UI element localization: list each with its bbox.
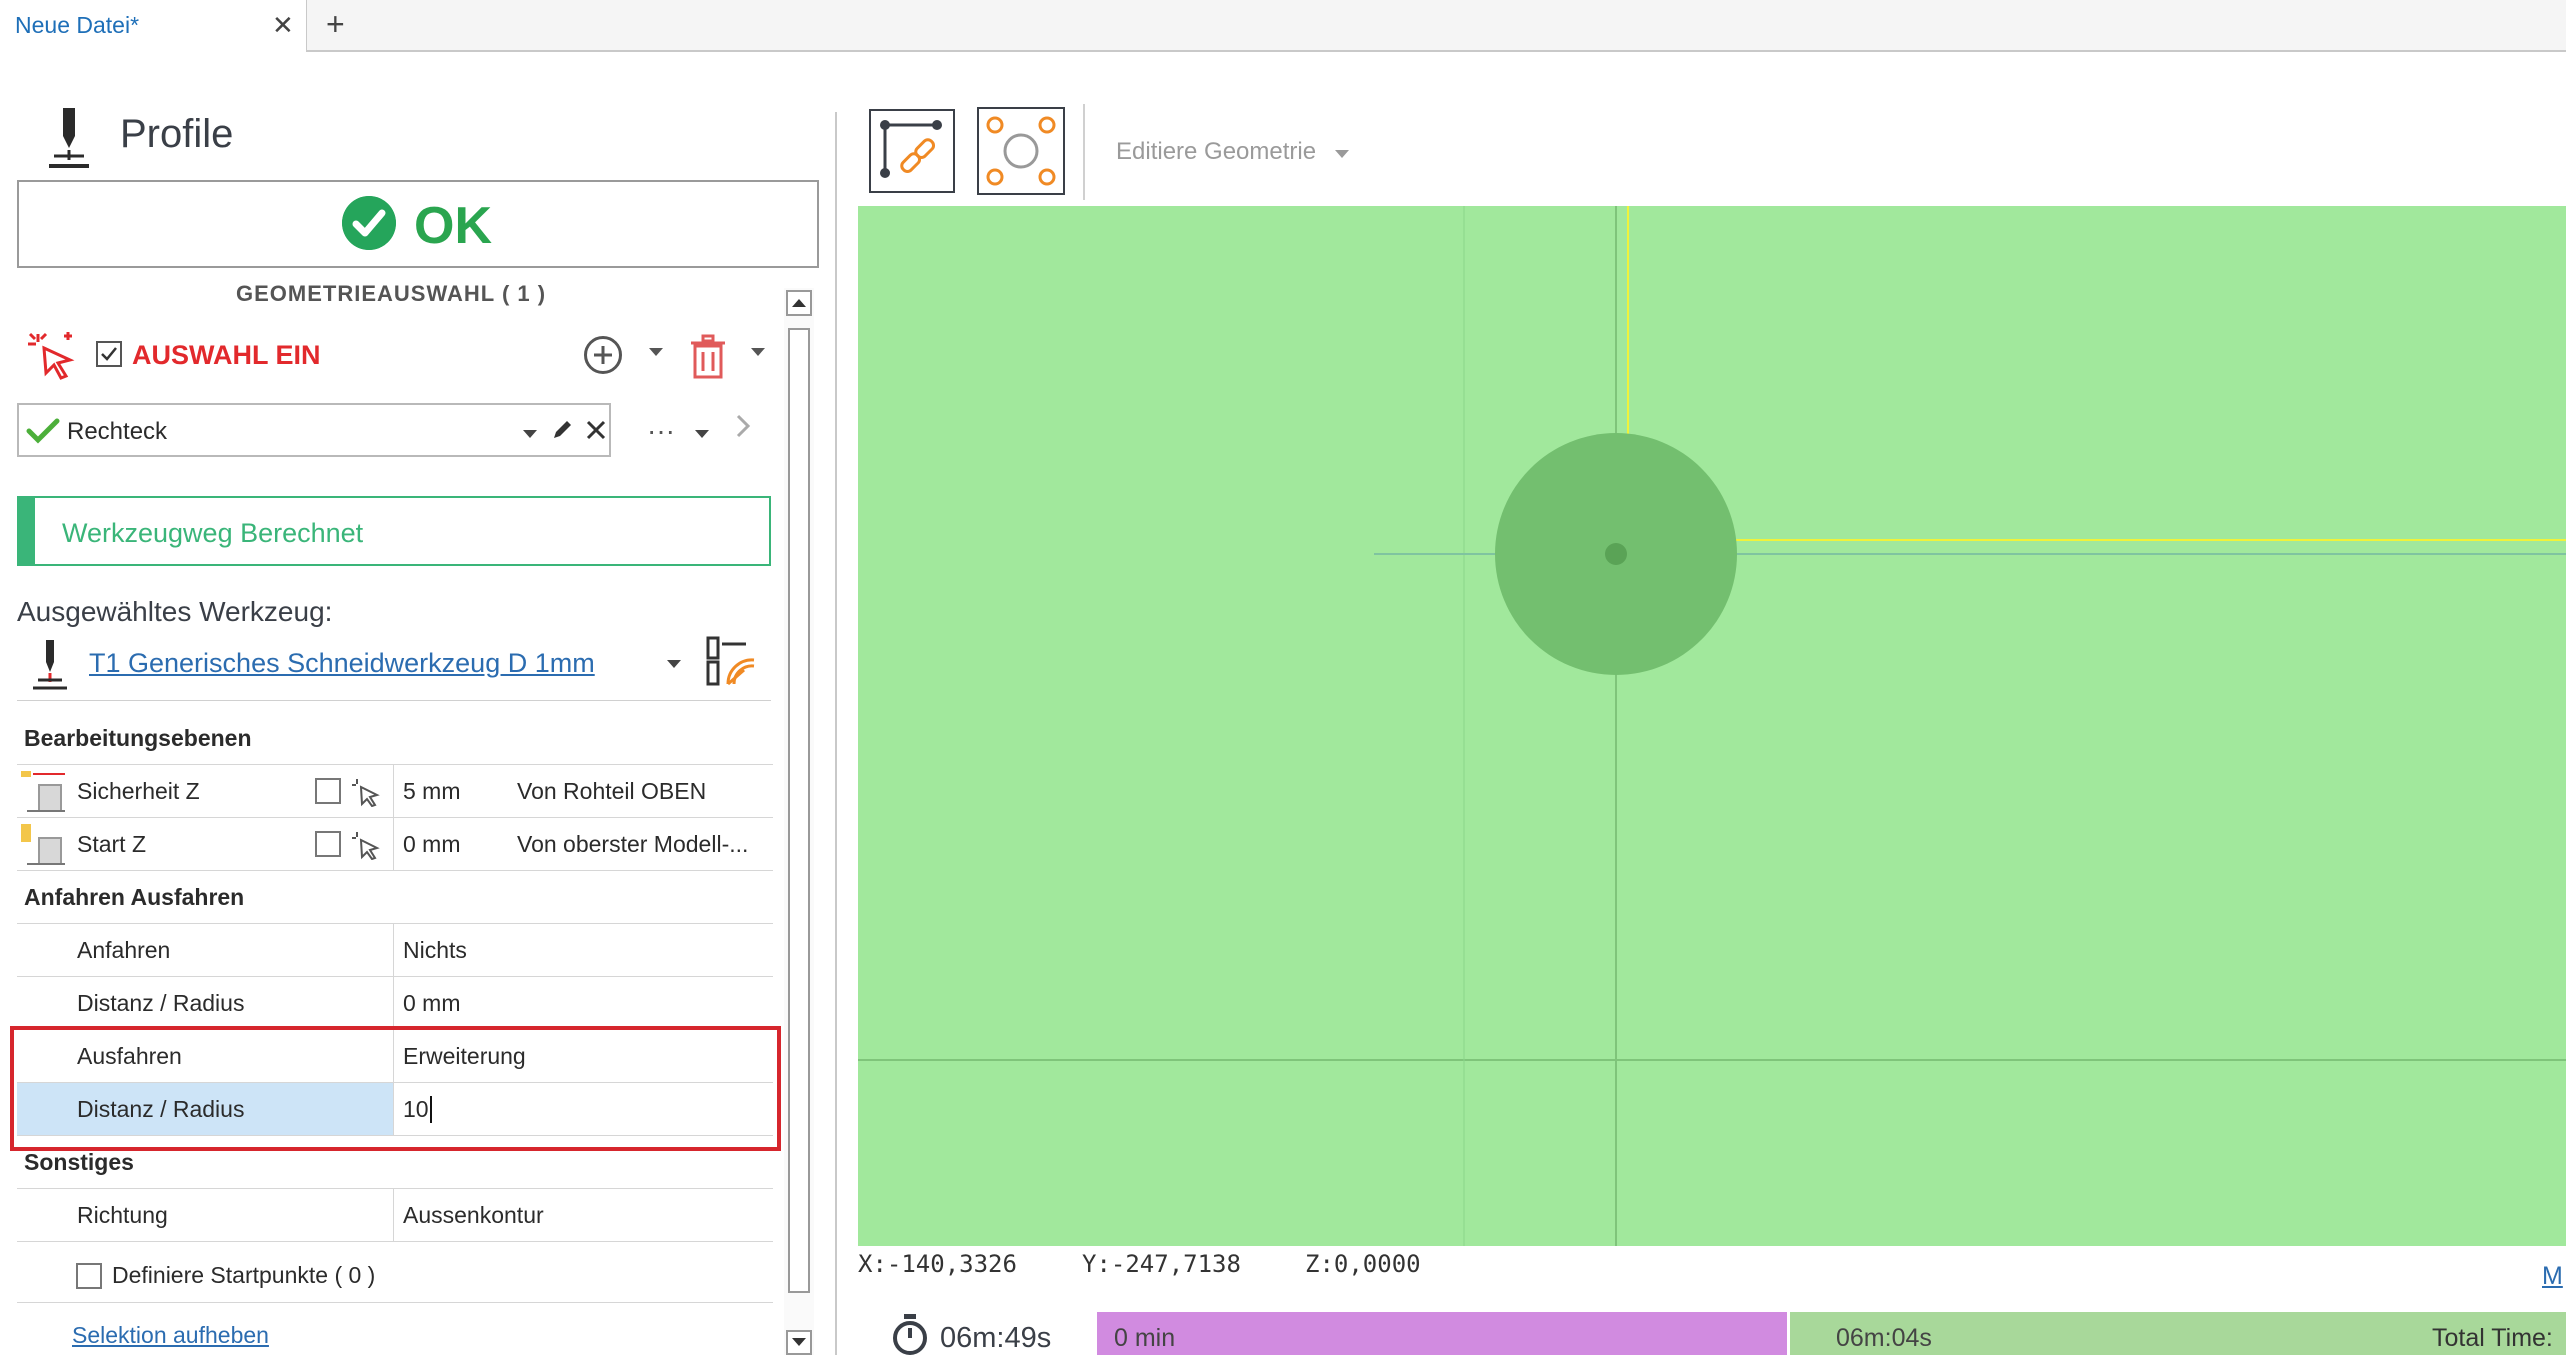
- column-divider: [393, 818, 394, 871]
- scroll-down-button[interactable]: [786, 1330, 812, 1355]
- profile-tool-icon: [49, 108, 89, 168]
- row-approach[interactable]: Anfahren Nichts: [17, 924, 773, 977]
- coordinate-y: Y:-247,7138: [1082, 1250, 1241, 1278]
- start-z-checkbox[interactable]: [315, 831, 341, 857]
- close-icon[interactable]: [585, 414, 607, 444]
- approach-distance-value[interactable]: 0 mm: [403, 990, 461, 1017]
- column-divider: [393, 977, 394, 1030]
- rectangle-geometry[interactable]: [1627, 206, 2566, 541]
- safety-z-reference[interactable]: Von Rohteil OBEN: [517, 778, 706, 805]
- stopwatch-icon: [893, 1314, 927, 1355]
- plus-icon: [594, 346, 612, 364]
- column-divider: [393, 765, 394, 818]
- add-tab-button[interactable]: +: [326, 6, 345, 43]
- viewport-corner-link[interactable]: M: [2542, 1262, 2563, 1291]
- selected-tool-heading-text: Ausgewähltes Werkzeug: [17, 596, 325, 627]
- tool-center-point: [1605, 543, 1627, 565]
- define-start-points-checkbox[interactable]: [76, 1263, 102, 1289]
- start-z-reference[interactable]: Von oberster Modell-...: [517, 831, 748, 858]
- timeline-segment-rapid-label: 0 min: [1114, 1324, 1176, 1352]
- chain-link-icon: [880, 120, 942, 178]
- check-circle-icon: [342, 196, 396, 250]
- valid-check-icon: [26, 418, 60, 444]
- row-safety-z[interactable]: Sicherheit Z 5 mm Von Rohteil OBEN: [17, 765, 773, 818]
- pencil-icon[interactable]: [550, 418, 574, 442]
- panel-title: Profile: [120, 112, 234, 156]
- more-options-dropdown-icon[interactable]: [694, 428, 710, 440]
- start-level-icon: [21, 824, 65, 865]
- timeline-segment-rapid[interactable]: [1097, 1312, 1787, 1355]
- timeline-segment-cut-label: 06m:04s: [1836, 1324, 1932, 1352]
- chevron-right-icon[interactable]: [734, 410, 754, 442]
- safety-z-value[interactable]: 5 mm: [403, 778, 461, 805]
- clear-selection-link[interactable]: Selektion aufheben: [72, 1322, 269, 1349]
- direction-value[interactable]: Aussenkontur: [403, 1202, 544, 1229]
- section-approach-retract: Anfahren Ausfahren: [17, 871, 773, 924]
- arrow-up-icon: [792, 299, 806, 307]
- tab-bar: [0, 0, 2566, 52]
- row-approach-distance[interactable]: Distanz / Radius 0 mm: [17, 977, 773, 1030]
- coordinate-z: Z:0,0000: [1305, 1250, 1421, 1278]
- define-start-points-label[interactable]: Definiere Startpunkte ( 0 ): [112, 1262, 375, 1289]
- trash-icon[interactable]: [688, 334, 728, 380]
- divider: [17, 700, 771, 701]
- approach-name: Anfahren: [77, 937, 171, 963]
- select-geometry-icon[interactable]: [26, 330, 76, 380]
- edit-geometry-chevron-icon[interactable]: [1334, 148, 1350, 160]
- pick-from-model-icon[interactable]: [351, 830, 381, 860]
- selection-toggle-label[interactable]: AUSWAHL EIN: [132, 340, 321, 371]
- tool-settings-icon[interactable]: [704, 634, 760, 690]
- row-direction[interactable]: Richtung Aussenkontur: [17, 1189, 773, 1242]
- row-start-z[interactable]: Start Z 0 mm Von oberster Modell-...: [17, 818, 773, 871]
- arrow-down-icon: [792, 1338, 806, 1346]
- viewport-scene[interactable]: [858, 206, 2566, 1246]
- section-planes: Bearbeitungsebenen: [17, 712, 773, 765]
- scrollbar-thumb[interactable]: [788, 328, 810, 1293]
- divider: [17, 1302, 773, 1303]
- chevron-down-icon[interactable]: [522, 428, 538, 440]
- scroll-up-button[interactable]: [786, 290, 812, 316]
- row-start-z-name: Start Z: [77, 831, 147, 857]
- approach-distance-name: Distanz / Radius: [77, 990, 245, 1016]
- column-divider: [393, 924, 394, 977]
- direction-name: Richtung: [77, 1202, 168, 1228]
- selection-toggle-checkbox[interactable]: [96, 341, 122, 367]
- tab-title[interactable]: Neue Datei*: [15, 12, 139, 39]
- pick-from-model-icon[interactable]: [351, 777, 381, 807]
- cutting-tool-icon: [33, 640, 67, 690]
- tab-close-icon[interactable]: ✕: [272, 10, 294, 41]
- geometry-selection-heading: GEOMETRIEAUSWAHL ( 1 ): [236, 281, 547, 306]
- total-time-label: Total Time:: [2432, 1324, 2553, 1352]
- selected-tool-heading: Ausgewähltes Werkzeug:: [17, 596, 332, 628]
- start-z-value[interactable]: 0 mm: [403, 831, 461, 858]
- annotation-highlight-frame: [10, 1026, 781, 1151]
- selected-tool-heading-colon: :: [324, 596, 333, 627]
- add-geometry-button[interactable]: [584, 336, 622, 374]
- checkmark-icon: [101, 347, 117, 361]
- point-selection-button[interactable]: [977, 107, 1065, 195]
- elapsed-time: 06m:49s: [940, 1322, 1052, 1354]
- tool-name-link[interactable]: T1 Generisches Schneidwerkzeug D 1mm: [89, 648, 595, 679]
- panel-splitter[interactable]: [835, 112, 837, 1355]
- chain-selection-button[interactable]: [869, 109, 955, 193]
- column-divider: [393, 1189, 394, 1242]
- geometry-name[interactable]: Rechteck: [67, 418, 167, 446]
- approach-value[interactable]: Nichts: [403, 937, 467, 964]
- status-text: Werkzeugweg Berechnet: [62, 518, 364, 548]
- points-circle-icon: [986, 116, 1056, 186]
- edit-geometry-dropdown[interactable]: Editiere Geometrie: [1116, 138, 1316, 166]
- safety-level-icon: [21, 771, 65, 812]
- coordinate-x: X:-140,3326: [858, 1250, 1017, 1278]
- tool-dropdown-icon[interactable]: [666, 658, 682, 670]
- 3d-viewport[interactable]: [858, 206, 2566, 1246]
- add-geometry-dropdown-icon[interactable]: [648, 346, 664, 358]
- ok-label[interactable]: OK: [414, 196, 492, 256]
- delete-dropdown-icon[interactable]: [750, 346, 766, 358]
- row-safety-z-name: Sicherheit Z: [77, 778, 200, 804]
- more-options-icon[interactable]: ···: [647, 415, 675, 447]
- safety-z-checkbox[interactable]: [315, 778, 341, 804]
- toolbar-separator: [1083, 104, 1085, 200]
